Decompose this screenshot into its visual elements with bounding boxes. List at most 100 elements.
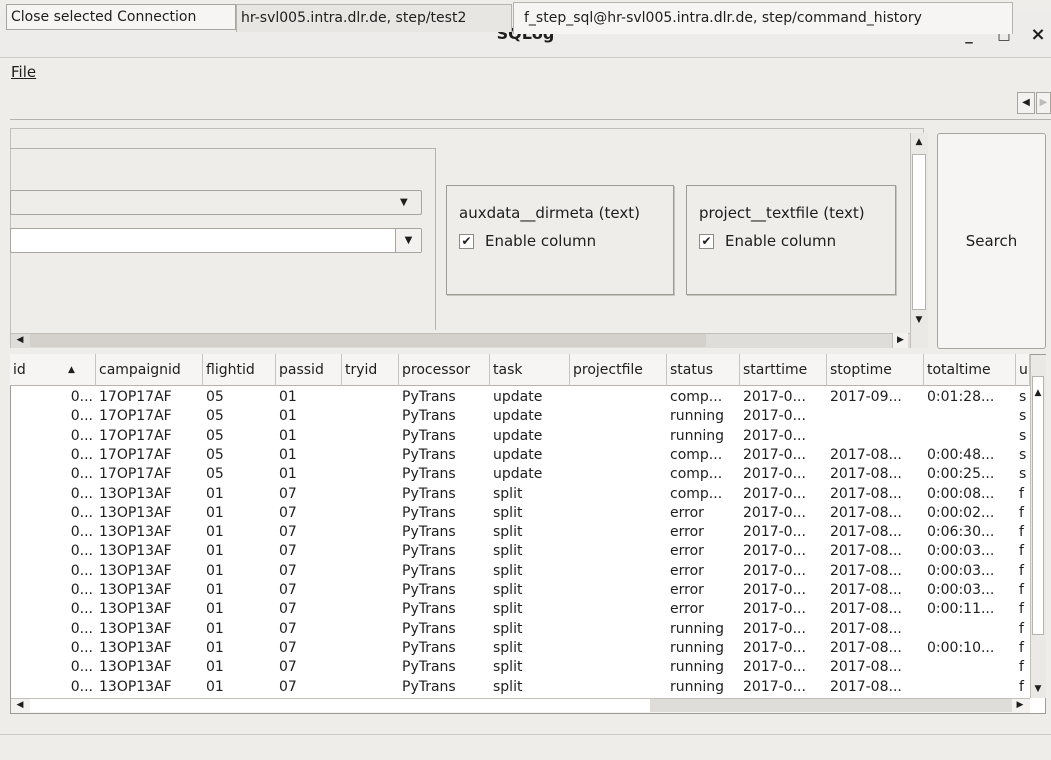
scroll-up-icon[interactable]: ▲ [1030, 386, 1046, 400]
table-cell-projectfile [570, 446, 667, 465]
table-cell-passid: 07 [279, 543, 297, 560]
close-window-button[interactable]: × [1027, 24, 1049, 46]
table-cell-processor: PyTrans [402, 504, 456, 521]
table-cell-passid: 01 [279, 427, 297, 444]
table-cell-tryid [342, 523, 399, 542]
table-row[interactable]: 0... 17OP17AF 05 01 PyTrans update comp... 2017… [11, 388, 1029, 407]
column-header-task[interactable]: task [490, 354, 570, 386]
table-horizontal-scrollbar-track[interactable] [650, 699, 1012, 712]
table-row[interactable]: 0... 13OP13AF 01 07 PyTrans split running 2017-… [11, 658, 1029, 677]
table-cell-stoptime: 2017-08... [830, 524, 902, 541]
table-row[interactable]: 0... 13OP13AF 01 07 PyTrans split running 2017-… [11, 620, 1029, 639]
table-row[interactable]: 0... 17OP17AF 05 01 PyTrans update running 2017… [11, 427, 1029, 446]
enable-column-checkbox[interactable]: ✔ [699, 234, 714, 249]
column-header-label: stoptime [830, 362, 892, 378]
column-header-processor[interactable]: processor [399, 354, 490, 386]
table-cell-totaltime: 0:00:03... [927, 562, 995, 579]
close-connection-button[interactable]: Close selected Connection [6, 4, 236, 30]
table-row[interactable]: 0... 13OP13AF 01 07 PyTrans split error 2017-0.… [11, 542, 1029, 561]
table-cell-starttime: 2017-0... [743, 485, 806, 502]
column-header-status[interactable]: status [667, 354, 740, 386]
table-row[interactable]: 0... 13OP13AF 01 07 PyTrans split comp... 2017-… [11, 485, 1029, 504]
table-cell-processor: PyTrans [402, 427, 456, 444]
column-header-campaignid[interactable]: campaignid [96, 354, 203, 386]
filter-vertical-scrollbar-thumb[interactable] [912, 154, 926, 310]
table-cell-passid: 01 [279, 466, 297, 483]
enable-column-label[interactable]: Enable column [725, 232, 836, 250]
scroll-right-icon[interactable]: ▶ [892, 333, 908, 348]
scroll-left-icon[interactable]: ◀ [12, 698, 28, 713]
table-cell-status: comp... [670, 446, 723, 463]
table-cell-tryid [342, 600, 399, 619]
table-cell-id: 0... [70, 446, 93, 463]
column-header-starttime[interactable]: starttime [740, 354, 827, 386]
filter-horizontal-scrollbar-thumb[interactable] [30, 334, 706, 347]
scroll-left-icon[interactable]: ◀ [12, 333, 28, 348]
scroll-up-icon[interactable]: ▲ [910, 133, 928, 151]
table-cell-campaignid: 13OP13AF [99, 543, 172, 560]
tab-connection-test2[interactable]: hr-svl005.intra.dlr.de, step/test2 [236, 4, 512, 32]
tab-connection-command-history[interactable]: f_step_sql@hr-svl005.intra.dlr.de, step/… [513, 2, 1013, 34]
table-cell-starttime: 2017-0... [743, 562, 806, 579]
table-cell-tryid [342, 620, 399, 639]
table-cell-flightid: 01 [206, 678, 224, 695]
table-cell-status: running [670, 427, 725, 444]
scroll-down-icon[interactable]: ▼ [1030, 682, 1046, 696]
enable-column-checkbox[interactable]: ✔ [459, 234, 474, 249]
column-header-tryid[interactable]: tryid [342, 354, 399, 386]
enable-column-label[interactable]: Enable column [485, 232, 596, 250]
scroll-down-icon[interactable]: ▼ [910, 312, 928, 328]
table-row[interactable]: 0... 13OP13AF 01 07 PyTrans split running 2017-… [11, 639, 1029, 658]
column-header-projectfile[interactable]: projectfile [570, 354, 667, 386]
table-row[interactable]: 0... 13OP13AF 01 07 PyTrans split error 2017-0.… [11, 523, 1029, 542]
column-header-totaltime[interactable]: totaltime [924, 354, 1016, 386]
column-header-flightid[interactable]: flightid [203, 354, 276, 386]
column-header-label: u [1019, 362, 1028, 378]
column-header-id[interactable]: id ▲ [10, 354, 96, 386]
table-cell-u: f [1019, 620, 1024, 637]
search-button[interactable]: Search [937, 133, 1046, 349]
table-row[interactable]: 0... 17OP17AF 05 01 PyTrans update comp... 2017… [11, 465, 1029, 484]
filter-value-input[interactable] [10, 228, 422, 253]
checkmark-icon: ✔ [701, 234, 712, 248]
tab-scroll-left-button[interactable]: ◀ [1017, 92, 1035, 114]
table-row[interactable]: 0... 13OP13AF 01 07 PyTrans split error 2017-0.… [11, 562, 1029, 581]
table-cell-starttime: 2017-0... [743, 678, 806, 695]
table-cell-passid: 07 [279, 582, 297, 598]
table-cell-projectfile [570, 620, 667, 639]
table-cell-stoptime: 2017-08... [830, 562, 902, 579]
table-cell-stoptime: 2017-08... [830, 582, 902, 598]
table-row[interactable]: 0... 13OP13AF 01 07 PyTrans split error 2017-0.… [11, 600, 1029, 619]
table-cell-starttime: 2017-0... [743, 620, 806, 637]
table-cell-stoptime: 2017-08... [830, 446, 902, 463]
column-header-label: processor [402, 362, 471, 378]
table-cell-processor: PyTrans [402, 408, 456, 425]
table-cell-stoptime: 2017-08... [830, 543, 902, 560]
table-cell-processor: PyTrans [402, 446, 456, 463]
table-row[interactable]: 0... 17OP17AF 05 01 PyTrans update running 2017… [11, 407, 1029, 426]
column-box-auxdata-dirmeta: auxdata__dirmeta (text) ✔ Enable column [446, 185, 674, 295]
filter-combobox[interactable] [10, 190, 422, 215]
table-row[interactable]: 0... 13OP13AF 01 07 PyTrans split error 2017-0.… [11, 504, 1029, 523]
table-vertical-scrollbar-thumb[interactable] [1032, 376, 1044, 635]
column-header-stoptime[interactable]: stoptime [827, 354, 924, 386]
table-cell-id: 0... [70, 485, 93, 502]
table-horizontal-scrollbar-thumb[interactable] [30, 699, 650, 712]
column-header-label: status [670, 362, 714, 378]
table-cell-id: 0... [70, 601, 93, 618]
column-header-passid[interactable]: passid [276, 354, 342, 386]
table-cell-id: 0... [70, 408, 93, 425]
table-cell-processor: PyTrans [402, 485, 456, 502]
table-row[interactable]: 0... 13OP13AF 01 07 PyTrans split error 2017-0.… [11, 581, 1029, 600]
column-header-u[interactable]: u [1016, 354, 1030, 386]
checkmark-icon: ✔ [461, 234, 472, 248]
tab-scroll-right-button[interactable]: ▶ [1036, 92, 1051, 114]
scroll-right-icon[interactable]: ▶ [1012, 698, 1028, 713]
table-cell-id: 0... [70, 543, 93, 560]
table-cell-u: f [1019, 678, 1024, 695]
table-row[interactable]: 0... 17OP17AF 05 01 PyTrans update comp... 2017… [11, 446, 1029, 465]
menu-file[interactable]: File [11, 63, 36, 81]
filter-value-dropdown-button[interactable]: ▼ [395, 229, 421, 252]
status-bar [0, 734, 1051, 760]
table-row[interactable]: 0... 13OP13AF 01 07 PyTrans split running 2017-… [11, 678, 1029, 697]
